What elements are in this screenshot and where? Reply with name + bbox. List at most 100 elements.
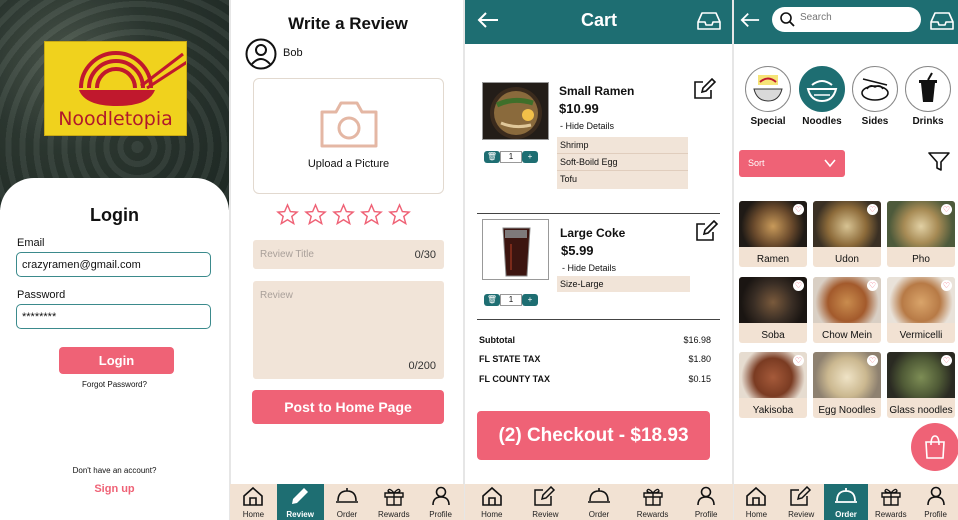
- tile-label: Vermicelli: [899, 330, 943, 341]
- login-button[interactable]: Login: [59, 347, 174, 374]
- increment-button[interactable]: +: [522, 151, 538, 163]
- inbox-tray-icon[interactable]: [930, 11, 954, 31]
- password-label: Password: [17, 289, 66, 301]
- edit-icon[interactable]: [695, 220, 719, 242]
- menu-tile-ramen[interactable]: ♡ Ramen: [739, 201, 807, 267]
- review-body-input[interactable]: Review 0/200: [253, 281, 444, 379]
- search-input[interactable]: [800, 12, 910, 23]
- nav-order[interactable]: Order: [823, 484, 869, 520]
- nav-rewards[interactable]: Rewards: [868, 484, 913, 520]
- tile-label: Udon: [835, 254, 859, 265]
- nav-profile[interactable]: Profile: [913, 484, 958, 520]
- profile-icon: [926, 486, 945, 506]
- checkout-button[interactable]: (2) Checkout - $18.93: [477, 411, 710, 460]
- menu-tile-chow-mein[interactable]: ♡ Chow Mein: [813, 277, 881, 343]
- delete-item-icon[interactable]: 🗑: [484, 294, 500, 306]
- delete-item-icon[interactable]: 🗑: [484, 151, 500, 163]
- nav-order[interactable]: Order: [572, 484, 626, 520]
- heart-icon[interactable]: ♡: [867, 204, 878, 215]
- heart-icon[interactable]: ♡: [793, 280, 804, 291]
- nav-review[interactable]: Review: [779, 484, 824, 520]
- star-icon[interactable]: [276, 203, 299, 226]
- nav-rewards[interactable]: Rewards: [626, 484, 680, 520]
- nav-review[interactable]: Review: [519, 484, 573, 520]
- inbox-tray-icon[interactable]: [697, 11, 721, 31]
- product-price: $5.99: [561, 243, 594, 258]
- review-title-input[interactable]: Review Title 0/30: [253, 240, 444, 269]
- password-field[interactable]: [16, 304, 211, 329]
- nav-profile[interactable]: Profile: [679, 484, 733, 520]
- category-special[interactable]: Special: [745, 66, 791, 127]
- nav-home[interactable]: Home: [465, 484, 519, 520]
- category-drinks[interactable]: Drinks: [905, 66, 951, 127]
- menu-tile-pho[interactable]: ♡ Pho: [887, 201, 955, 267]
- subtotal-label: Subtotal: [479, 335, 515, 345]
- hide-details-toggle[interactable]: - Hide Details: [560, 121, 614, 131]
- quantity-stepper[interactable]: 🗑 1 +: [484, 151, 538, 163]
- quantity-value[interactable]: 1: [500, 151, 522, 163]
- email-field[interactable]: [16, 252, 211, 277]
- email-label: Email: [17, 237, 45, 249]
- upload-picture-area[interactable]: Upload a Picture: [253, 78, 444, 194]
- filter-icon[interactable]: [928, 152, 950, 172]
- menu-tile-egg-noodles[interactable]: ♡ Egg Noodles: [813, 352, 881, 418]
- order-header: [734, 0, 958, 44]
- nav-profile[interactable]: Profile: [417, 484, 464, 520]
- sides-icon: [852, 66, 898, 112]
- edit-icon[interactable]: [693, 78, 717, 100]
- page-title: Cart: [580, 10, 617, 30]
- menu-tile-soba[interactable]: ♡ Soba: [739, 277, 807, 343]
- post-to-home-button[interactable]: Post to Home Page: [252, 390, 444, 424]
- menu-tile-glass-noodles[interactable]: ♡ Glass noodles: [887, 352, 955, 418]
- cloche-icon: [834, 488, 857, 503]
- heart-icon[interactable]: ♡: [867, 355, 878, 366]
- quantity-stepper[interactable]: 🗑 1 +: [484, 294, 538, 306]
- nav-review[interactable]: Review: [276, 484, 324, 520]
- forgot-password-link[interactable]: Forgot Password?: [0, 380, 229, 389]
- star-rating[interactable]: [276, 203, 411, 226]
- star-icon[interactable]: [332, 203, 355, 226]
- heart-icon[interactable]: ♡: [793, 355, 804, 366]
- review-title-counter: 0/30: [414, 249, 436, 261]
- order-screen: Special Noodles Sides: [734, 0, 958, 520]
- star-icon[interactable]: [360, 203, 383, 226]
- tile-label: Glass noodles: [889, 405, 953, 416]
- camera-icon: [320, 101, 378, 148]
- menu-tile-vermicelli[interactable]: ♡ Vermicelli: [887, 277, 955, 343]
- nav-order[interactable]: Order: [324, 484, 371, 520]
- star-icon[interactable]: [304, 203, 327, 226]
- review-screen: Write a Review Bob Upload a Picture Revi…: [232, 0, 464, 520]
- nav-home[interactable]: Home: [230, 484, 277, 520]
- home-icon: [243, 486, 264, 506]
- category-sides[interactable]: Sides: [852, 66, 898, 127]
- sign-up-link[interactable]: Sign up: [0, 483, 229, 495]
- screen-divider: [229, 0, 231, 520]
- search-icon: [780, 12, 795, 27]
- product-price: $10.99: [559, 101, 599, 116]
- nav-label: Home: [242, 510, 265, 519]
- back-arrow-icon[interactable]: [740, 11, 760, 29]
- heart-icon[interactable]: ♡: [941, 280, 952, 291]
- quantity-value[interactable]: 1: [500, 294, 522, 306]
- tile-label: Pho: [912, 254, 930, 265]
- category-noodles[interactable]: Noodles: [799, 66, 845, 127]
- heart-icon[interactable]: ♡: [867, 280, 878, 291]
- sort-dropdown[interactable]: Sort: [739, 150, 845, 177]
- heart-icon[interactable]: ♡: [941, 355, 952, 366]
- bottom-nav-order: Home Review Order Rewards Profile: [734, 484, 958, 520]
- heart-icon[interactable]: ♡: [793, 204, 804, 215]
- heart-icon[interactable]: ♡: [941, 204, 952, 215]
- shopping-bag-icon: [925, 435, 945, 459]
- upload-label: Upload a Picture: [307, 158, 390, 170]
- home-icon: [481, 486, 502, 506]
- increment-button[interactable]: +: [522, 294, 538, 306]
- hide-details-toggle[interactable]: - Hide Details: [562, 263, 616, 273]
- bottom-nav-cart: Home Review Order Rewards Profile: [465, 484, 733, 520]
- search-bar[interactable]: [772, 7, 921, 32]
- menu-tile-yakisoba[interactable]: ♡ Yakisoba: [739, 352, 807, 418]
- cart-fab-button[interactable]: [911, 423, 958, 471]
- menu-tile-udon[interactable]: ♡ Udon: [813, 201, 881, 267]
- star-icon[interactable]: [388, 203, 411, 226]
- nav-rewards[interactable]: Rewards: [370, 484, 417, 520]
- nav-home[interactable]: Home: [734, 484, 779, 520]
